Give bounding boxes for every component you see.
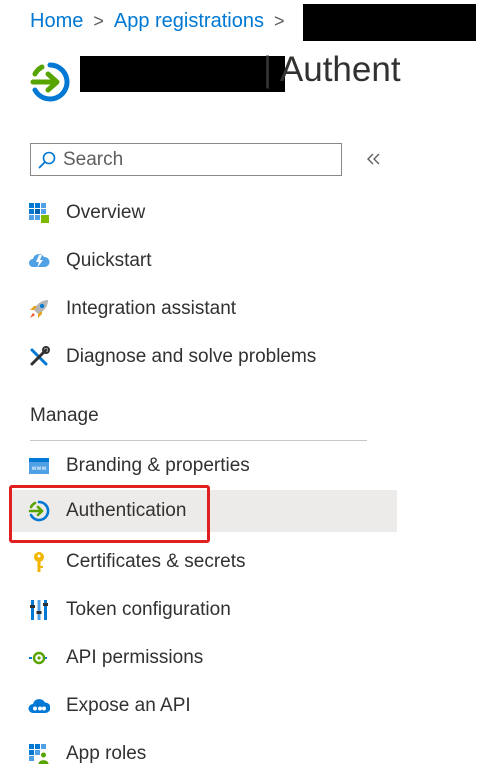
breadcrumb: Home > App registrations > bbox=[30, 6, 294, 36]
nav-item-expose-an-api[interactable]: Expose an API bbox=[12, 685, 397, 727]
page-title: | Authent bbox=[263, 50, 401, 89]
nav-item-label: Branding & properties bbox=[66, 455, 250, 476]
nav-item-label: Diagnose and solve problems bbox=[66, 346, 317, 367]
branding-window-icon: www bbox=[29, 458, 49, 474]
manage-section-header: Manage bbox=[30, 405, 99, 426]
authentication-icon bbox=[30, 62, 70, 102]
breadcrumb-app-registrations-link[interactable]: App registrations bbox=[114, 10, 264, 33]
token-bars-icon bbox=[30, 600, 48, 620]
search-box[interactable] bbox=[30, 143, 342, 176]
nav-item-label: Token configuration bbox=[66, 599, 231, 620]
redacted-app-name-breadcrumb[interactable] bbox=[303, 4, 476, 41]
nav-item-quickstart[interactable]: Quickstart bbox=[12, 240, 397, 282]
nav-item-label: Certificates & secrets bbox=[66, 551, 246, 572]
expose-api-cloud-icon bbox=[28, 699, 50, 713]
nav-item-label: Integration assistant bbox=[66, 298, 237, 319]
wrench-screwdriver-icon bbox=[30, 346, 50, 366]
search-icon bbox=[38, 151, 56, 168]
redacted-app-name-title bbox=[80, 56, 285, 92]
breadcrumb-home-link[interactable]: Home bbox=[30, 10, 83, 33]
nav-item-certificates-and-secrets[interactable]: Certificates & secrets bbox=[12, 541, 397, 583]
key-icon bbox=[34, 552, 44, 572]
authentication-arrow-icon bbox=[28, 500, 50, 522]
nav-item-token-configuration[interactable]: Token configuration bbox=[12, 589, 397, 631]
nav-item-label: Authentication bbox=[66, 500, 187, 521]
nav-item-integration-assistant[interactable]: Integration assistant bbox=[12, 288, 397, 330]
quickstart-cloud-icon bbox=[29, 254, 50, 268]
collapse-menu-button[interactable] bbox=[362, 147, 386, 171]
breadcrumb-separator: > bbox=[273, 10, 285, 31]
nav-item-api-permissions[interactable]: API permissions bbox=[12, 637, 397, 679]
app-roles-icon bbox=[29, 744, 49, 764]
section-divider bbox=[30, 440, 367, 441]
nav-item-branding-and-properties[interactable]: www Branding & properties bbox=[12, 445, 397, 487]
nav-item-label: App roles bbox=[66, 743, 147, 764]
api-permissions-icon bbox=[29, 651, 49, 665]
nav-item-diagnose-and-solve-problems[interactable]: Diagnose and solve problems bbox=[12, 336, 397, 378]
nav-item-label: API permissions bbox=[66, 647, 204, 668]
overview-grid-icon bbox=[29, 203, 49, 223]
search-input[interactable] bbox=[63, 148, 323, 171]
rocket-icon bbox=[30, 300, 48, 318]
nav-item-label: Overview bbox=[66, 202, 146, 223]
svg-text:www: www bbox=[32, 465, 47, 472]
nav-item-label: Expose an API bbox=[66, 695, 191, 716]
breadcrumb-separator: > bbox=[93, 10, 104, 31]
nav-item-overview[interactable]: Overview bbox=[12, 192, 397, 234]
nav-item-authentication[interactable]: Authentication bbox=[12, 490, 397, 532]
nav-item-label: Quickstart bbox=[66, 250, 152, 271]
nav-item-app-roles[interactable]: App roles bbox=[12, 733, 397, 775]
